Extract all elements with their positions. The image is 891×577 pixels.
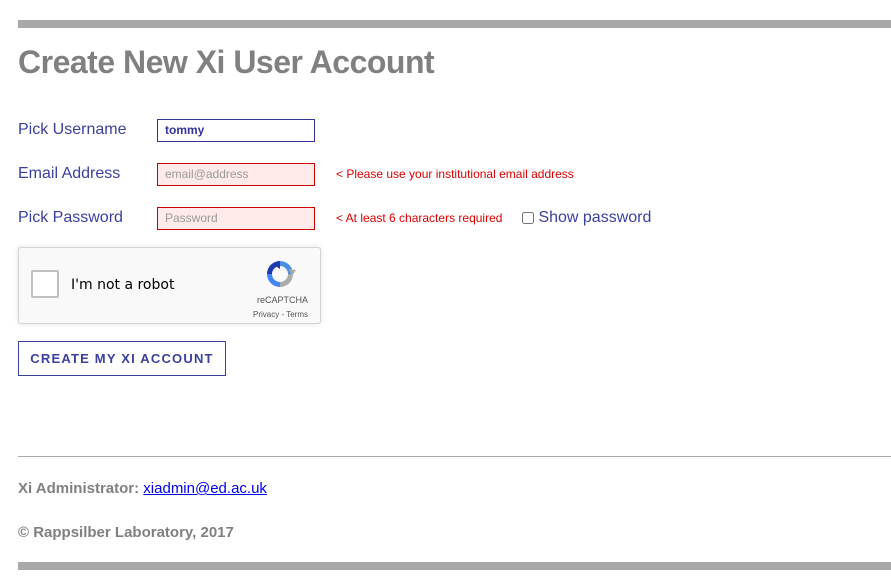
recaptcha-checkbox[interactable]: [31, 270, 59, 298]
admin-label: Xi Administrator:: [18, 480, 140, 497]
password-row: Pick Password < At least 6 characters re…: [18, 206, 651, 230]
copyright: © Rappsilber Laboratory, 2017: [18, 524, 234, 541]
recaptcha-logo-icon: [267, 261, 296, 287]
create-account-button[interactable]: CREATE MY XI ACCOUNT: [18, 341, 226, 376]
email-label: Email Address: [18, 165, 121, 182]
footer-rule: [18, 456, 891, 457]
username-row: Pick Username: [18, 118, 315, 142]
page: Create New Xi User Account Pick Username…: [0, 0, 891, 577]
recaptcha-label: I'm not a robot: [71, 277, 175, 293]
footer-admin: Xi Administrator: xiadmin@ed.ac.uk: [18, 480, 267, 497]
admin-email-link[interactable]: xiadmin@ed.ac.uk: [143, 480, 267, 497]
recaptcha-links: Privacy - Terms: [253, 310, 308, 319]
email-row: Email Address < Please use your institut…: [18, 162, 574, 186]
recaptcha-brand: reCAPTCHA: [256, 295, 308, 305]
show-password-toggle[interactable]: Show password: [522, 209, 651, 227]
password-label: Pick Password: [18, 209, 123, 226]
recaptcha-widget: I'm not a robot reCAPTCHA Privacy - Term…: [18, 247, 321, 324]
page-title: Create New Xi User Account: [18, 44, 435, 80]
username-input[interactable]: [157, 118, 315, 142]
show-password-label: Show password: [538, 209, 652, 226]
show-password-checkbox[interactable]: [522, 212, 535, 224]
password-input[interactable]: [157, 206, 315, 230]
footer-bar: [18, 562, 891, 570]
username-label: Pick Username: [18, 121, 127, 138]
recaptcha-privacy-link[interactable]: Privacy: [253, 310, 279, 319]
email-input[interactable]: [157, 162, 315, 186]
recaptcha-terms-link[interactable]: Terms: [286, 310, 308, 319]
password-error-message: < At least 6 characters required: [336, 211, 503, 225]
email-error-message: < Please use your institutional email ad…: [336, 167, 574, 181]
header-rule: [18, 20, 891, 28]
